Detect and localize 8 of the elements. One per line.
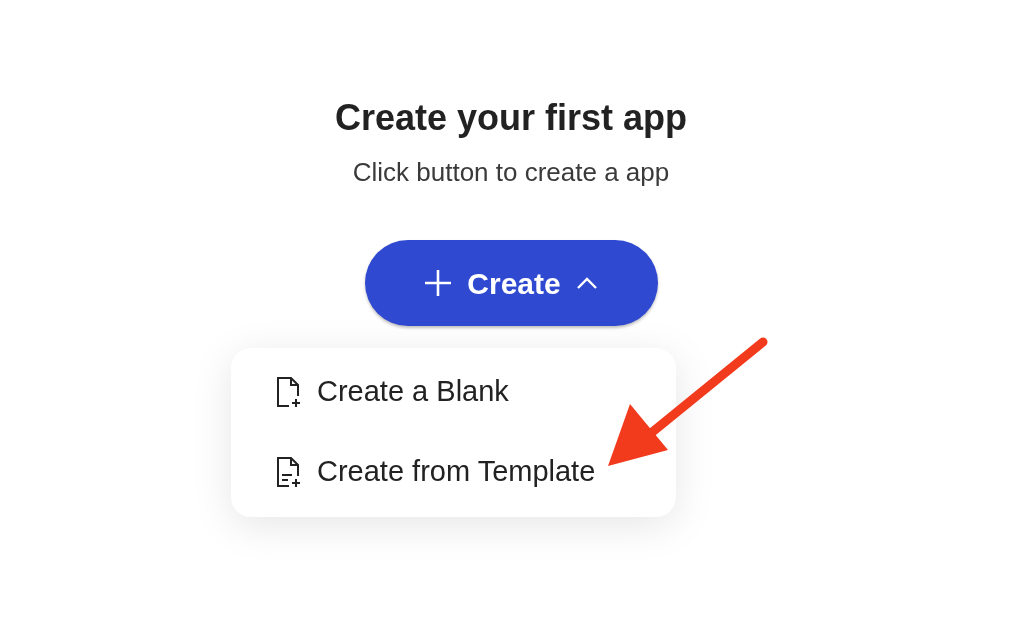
plus-icon	[423, 268, 454, 299]
menu-item[interactable]: Create a Blank	[275, 370, 676, 414]
create-button[interactable]: Create	[364, 240, 658, 327]
menu-item[interactable]: Create from Template	[275, 449, 676, 494]
page-heading: Create your first app	[334, 96, 688, 140]
new-file-icon	[275, 376, 303, 409]
page-subheading: Click button to create a app	[352, 157, 670, 189]
new-document-icon	[275, 455, 303, 488]
